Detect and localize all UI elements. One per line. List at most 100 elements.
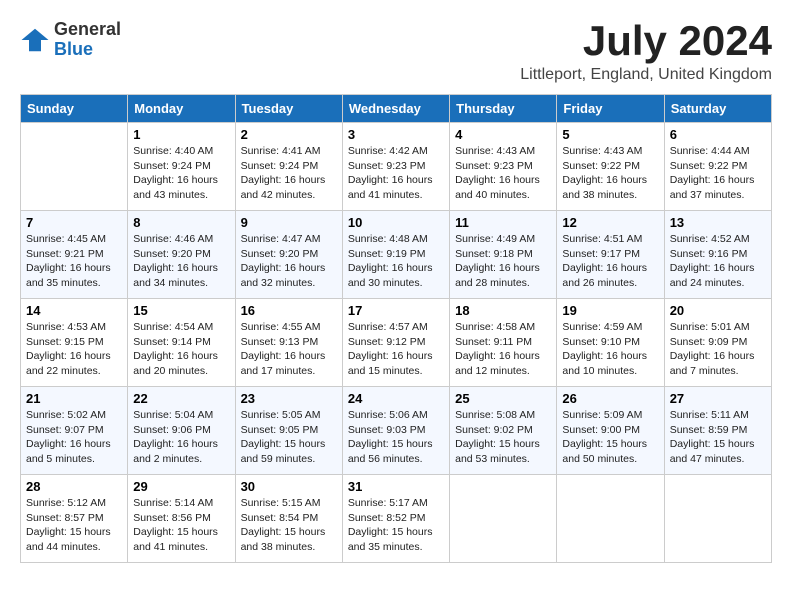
sunset-text: Sunset: 8:54 PM (241, 512, 319, 524)
calendar-cell: 29 Sunrise: 5:14 AM Sunset: 8:56 PM Dayl… (128, 475, 235, 563)
daylight-text: Daylight: 15 hours and 35 minutes. (348, 526, 433, 553)
month-title: July 2024 (520, 20, 772, 62)
sunset-text: Sunset: 9:12 PM (348, 336, 426, 348)
calendar-cell: 11 Sunrise: 4:49 AM Sunset: 9:18 PM Dayl… (450, 211, 557, 299)
calendar-cell: 23 Sunrise: 5:05 AM Sunset: 9:05 PM Dayl… (235, 387, 342, 475)
sunset-text: Sunset: 9:19 PM (348, 248, 426, 260)
header-friday: Friday (557, 95, 664, 123)
sunrise-text: Sunrise: 5:06 AM (348, 409, 428, 421)
day-number: 17 (348, 303, 444, 318)
sunset-text: Sunset: 9:18 PM (455, 248, 533, 260)
day-info: Sunrise: 4:43 AM Sunset: 9:22 PM Dayligh… (562, 144, 658, 203)
sunset-text: Sunset: 9:24 PM (241, 160, 319, 172)
sunrise-text: Sunrise: 4:42 AM (348, 145, 428, 157)
sunrise-text: Sunrise: 4:59 AM (562, 321, 642, 333)
day-info: Sunrise: 5:05 AM Sunset: 9:05 PM Dayligh… (241, 408, 337, 467)
day-number: 18 (455, 303, 551, 318)
sunrise-text: Sunrise: 5:09 AM (562, 409, 642, 421)
daylight-text: Daylight: 16 hours and 15 minutes. (348, 350, 433, 377)
daylight-text: Daylight: 16 hours and 24 minutes. (670, 262, 755, 289)
calendar-cell: 22 Sunrise: 5:04 AM Sunset: 9:06 PM Dayl… (128, 387, 235, 475)
calendar-cell: 9 Sunrise: 4:47 AM Sunset: 9:20 PM Dayli… (235, 211, 342, 299)
calendar-cell: 8 Sunrise: 4:46 AM Sunset: 9:20 PM Dayli… (128, 211, 235, 299)
daylight-text: Daylight: 16 hours and 32 minutes. (241, 262, 326, 289)
sunset-text: Sunset: 9:09 PM (670, 336, 748, 348)
header-thursday: Thursday (450, 95, 557, 123)
calendar-cell: 13 Sunrise: 4:52 AM Sunset: 9:16 PM Dayl… (664, 211, 771, 299)
sunset-text: Sunset: 9:22 PM (670, 160, 748, 172)
day-number: 4 (455, 127, 551, 142)
sunrise-text: Sunrise: 4:54 AM (133, 321, 213, 333)
calendar-cell: 27 Sunrise: 5:11 AM Sunset: 8:59 PM Dayl… (664, 387, 771, 475)
daylight-text: Daylight: 16 hours and 20 minutes. (133, 350, 218, 377)
day-info: Sunrise: 4:44 AM Sunset: 9:22 PM Dayligh… (670, 144, 766, 203)
day-info: Sunrise: 5:08 AM Sunset: 9:02 PM Dayligh… (455, 408, 551, 467)
day-info: Sunrise: 4:54 AM Sunset: 9:14 PM Dayligh… (133, 320, 229, 379)
daylight-text: Daylight: 16 hours and 26 minutes. (562, 262, 647, 289)
sunrise-text: Sunrise: 4:45 AM (26, 233, 106, 245)
day-number: 24 (348, 391, 444, 406)
calendar-cell: 4 Sunrise: 4:43 AM Sunset: 9:23 PM Dayli… (450, 123, 557, 211)
calendar-cell: 31 Sunrise: 5:17 AM Sunset: 8:52 PM Dayl… (342, 475, 449, 563)
day-info: Sunrise: 4:49 AM Sunset: 9:18 PM Dayligh… (455, 232, 551, 291)
sunrise-text: Sunrise: 5:12 AM (26, 497, 106, 509)
day-number: 27 (670, 391, 766, 406)
sunset-text: Sunset: 9:10 PM (562, 336, 640, 348)
daylight-text: Daylight: 16 hours and 5 minutes. (26, 438, 111, 465)
sunrise-text: Sunrise: 4:58 AM (455, 321, 535, 333)
daylight-text: Daylight: 15 hours and 59 minutes. (241, 438, 326, 465)
daylight-text: Daylight: 16 hours and 7 minutes. (670, 350, 755, 377)
calendar-cell: 15 Sunrise: 4:54 AM Sunset: 9:14 PM Dayl… (128, 299, 235, 387)
daylight-text: Daylight: 15 hours and 47 minutes. (670, 438, 755, 465)
day-info: Sunrise: 5:09 AM Sunset: 9:00 PM Dayligh… (562, 408, 658, 467)
sunset-text: Sunset: 9:24 PM (133, 160, 211, 172)
sunrise-text: Sunrise: 4:46 AM (133, 233, 213, 245)
day-number: 22 (133, 391, 229, 406)
daylight-text: Daylight: 15 hours and 41 minutes. (133, 526, 218, 553)
day-number: 20 (670, 303, 766, 318)
day-info: Sunrise: 4:41 AM Sunset: 9:24 PM Dayligh… (241, 144, 337, 203)
day-info: Sunrise: 4:47 AM Sunset: 9:20 PM Dayligh… (241, 232, 337, 291)
week-row-5: 28 Sunrise: 5:12 AM Sunset: 8:57 PM Dayl… (21, 475, 772, 563)
sunrise-text: Sunrise: 4:41 AM (241, 145, 321, 157)
sunset-text: Sunset: 8:56 PM (133, 512, 211, 524)
day-info: Sunrise: 5:06 AM Sunset: 9:03 PM Dayligh… (348, 408, 444, 467)
daylight-text: Daylight: 15 hours and 38 minutes. (241, 526, 326, 553)
day-info: Sunrise: 5:15 AM Sunset: 8:54 PM Dayligh… (241, 496, 337, 555)
logo-text: General Blue (54, 20, 121, 60)
header-saturday: Saturday (664, 95, 771, 123)
sunrise-text: Sunrise: 5:05 AM (241, 409, 321, 421)
sunrise-text: Sunrise: 4:51 AM (562, 233, 642, 245)
sunrise-text: Sunrise: 5:02 AM (26, 409, 106, 421)
sunset-text: Sunset: 9:13 PM (241, 336, 319, 348)
day-number: 29 (133, 479, 229, 494)
day-info: Sunrise: 5:01 AM Sunset: 9:09 PM Dayligh… (670, 320, 766, 379)
day-info: Sunrise: 4:52 AM Sunset: 9:16 PM Dayligh… (670, 232, 766, 291)
day-number: 2 (241, 127, 337, 142)
calendar-cell: 21 Sunrise: 5:02 AM Sunset: 9:07 PM Dayl… (21, 387, 128, 475)
day-info: Sunrise: 4:59 AM Sunset: 9:10 PM Dayligh… (562, 320, 658, 379)
sunset-text: Sunset: 9:07 PM (26, 424, 104, 436)
sunrise-text: Sunrise: 5:14 AM (133, 497, 213, 509)
sunset-text: Sunset: 9:23 PM (455, 160, 533, 172)
day-number: 14 (26, 303, 122, 318)
calendar-cell: 16 Sunrise: 4:55 AM Sunset: 9:13 PM Dayl… (235, 299, 342, 387)
header-tuesday: Tuesday (235, 95, 342, 123)
sunset-text: Sunset: 9:15 PM (26, 336, 104, 348)
week-row-2: 7 Sunrise: 4:45 AM Sunset: 9:21 PM Dayli… (21, 211, 772, 299)
sunrise-text: Sunrise: 5:01 AM (670, 321, 750, 333)
day-info: Sunrise: 4:57 AM Sunset: 9:12 PM Dayligh… (348, 320, 444, 379)
header-row: SundayMondayTuesdayWednesdayThursdayFrid… (21, 95, 772, 123)
sunset-text: Sunset: 9:21 PM (26, 248, 104, 260)
sunset-text: Sunset: 9:06 PM (133, 424, 211, 436)
sunrise-text: Sunrise: 4:48 AM (348, 233, 428, 245)
calendar-cell: 20 Sunrise: 5:01 AM Sunset: 9:09 PM Dayl… (664, 299, 771, 387)
sunset-text: Sunset: 9:14 PM (133, 336, 211, 348)
day-number: 3 (348, 127, 444, 142)
daylight-text: Daylight: 16 hours and 43 minutes. (133, 174, 218, 201)
day-number: 10 (348, 215, 444, 230)
day-info: Sunrise: 4:40 AM Sunset: 9:24 PM Dayligh… (133, 144, 229, 203)
sunset-text: Sunset: 8:57 PM (26, 512, 104, 524)
sunrise-text: Sunrise: 5:15 AM (241, 497, 321, 509)
sunset-text: Sunset: 9:17 PM (562, 248, 640, 260)
